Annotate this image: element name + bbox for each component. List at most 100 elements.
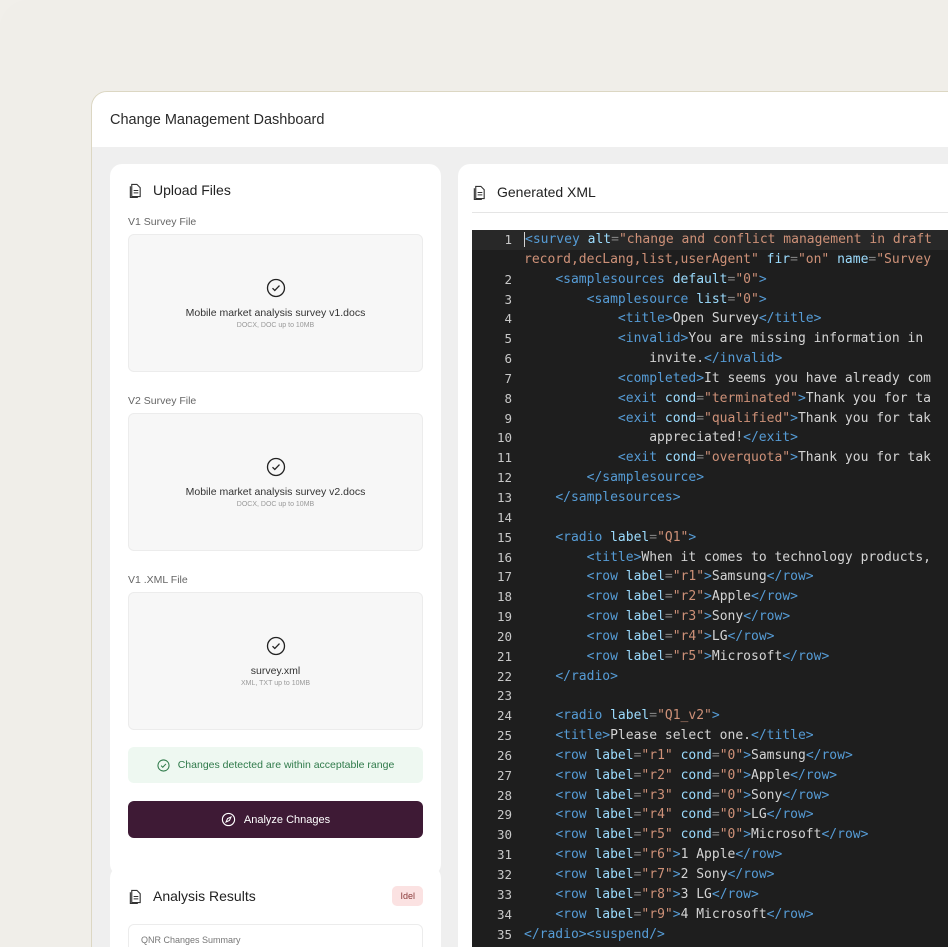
code-text: <row label="r4" cond="0">LG</row> bbox=[555, 807, 814, 823]
line-number: 11 bbox=[496, 450, 512, 466]
code-text: <row label="r4">LG</row> bbox=[586, 628, 775, 644]
line-number: 20 bbox=[496, 628, 512, 644]
line-number: 16 bbox=[496, 549, 512, 565]
line-number: 0 bbox=[472, 250, 524, 270]
outer-card: Change Management Dashboard Upload Files… bbox=[0, 0, 948, 947]
line-number: 34 bbox=[496, 906, 512, 922]
code-line: 18 <row label="r2">Apple</row> bbox=[472, 587, 948, 607]
analyze-changes-label: Analyze Chnages bbox=[243, 813, 331, 826]
code-text: appreciated!</exit> bbox=[649, 430, 798, 446]
code-line: 27 <row label="r2" cond="0">Apple</row> bbox=[472, 766, 948, 786]
code-line: 34 <row label="r9">4 Microsoft</row> bbox=[472, 905, 948, 925]
line-number: 33 bbox=[496, 886, 512, 902]
line-number: 4 bbox=[504, 311, 512, 327]
results-summary-text: QNR Changes Summary bbox=[141, 935, 241, 945]
code-text: <row label="r2" cond="0">Apple</row> bbox=[555, 767, 838, 783]
line-number: 13 bbox=[496, 489, 512, 505]
dropzone-v1-survey[interactable]: Mobile market analysis survey v1.docs DO… bbox=[128, 234, 423, 372]
code-line: 0record,decLang,list,userAgent" fir="on"… bbox=[472, 250, 948, 270]
line-number: 24 bbox=[496, 708, 512, 724]
code-text: <row label="r5" cond="0">Microsoft</row> bbox=[555, 827, 869, 843]
analysis-results-title: Analysis Results bbox=[153, 888, 256, 904]
file-name: Mobile market analysis survey v2.docs bbox=[185, 485, 366, 498]
app-title: Change Management Dashboard bbox=[110, 111, 325, 128]
code-line: 24 <radio label="Q1_v2"> bbox=[472, 706, 948, 726]
code-line: 32 <row label="r7">2 Sony</row> bbox=[472, 865, 948, 885]
code-text: </radio><suspend/> bbox=[524, 926, 665, 942]
code-line: 25 <title>Please select one.</title> bbox=[472, 726, 948, 746]
line-number: 3 bbox=[504, 291, 512, 307]
code-text: <row label="r5">Microsoft</row> bbox=[586, 648, 830, 664]
code-text: <row label="r2">Apple</row> bbox=[586, 589, 798, 605]
code-text: <radio label="Q1"> bbox=[555, 529, 697, 545]
file-field-v1: V1 Survey File Mobile market analysis su… bbox=[128, 216, 423, 372]
xml-code-editor[interactable]: 1 <survey alt="change and conflict manage… bbox=[472, 230, 948, 947]
code-text: <title>Open Survey</title> bbox=[617, 311, 822, 327]
code-text: <row label="r3">Sony</row> bbox=[586, 609, 791, 625]
line-number: 6 bbox=[504, 351, 512, 367]
check-circle-icon bbox=[266, 636, 285, 655]
code-line: 29 <row label="r4" cond="0">LG</row> bbox=[472, 805, 948, 825]
code-text: <title>Please select one.</title> bbox=[555, 728, 814, 744]
line-number: 7 bbox=[504, 370, 512, 386]
code-line: 3 <samplesource list="0"> bbox=[472, 290, 948, 310]
status-badge: Idel bbox=[392, 886, 423, 906]
line-number: 22 bbox=[496, 668, 512, 684]
code-line: 33 <row label="r8">3 LG</row> bbox=[472, 885, 948, 905]
code-line: 11 <exit cond="overquota">Thank you for … bbox=[472, 448, 948, 468]
dropzone-v1-xml[interactable]: survey.xml XML, TXT up to 10MB bbox=[128, 592, 423, 730]
line-number: 19 bbox=[496, 609, 512, 625]
line-number: 23 bbox=[496, 688, 512, 704]
code-text: </samplesource> bbox=[586, 470, 705, 486]
dropzone-v2-survey[interactable]: Mobile market analysis survey v2.docs DO… bbox=[128, 413, 423, 551]
range-notice: Changes detected are within acceptable r… bbox=[128, 747, 423, 783]
code-line: 6 invite.</invalid> bbox=[472, 349, 948, 369]
code-text: invite.</invalid> bbox=[649, 351, 783, 367]
analyze-changes-button[interactable]: Analyze Chnages bbox=[128, 801, 423, 838]
code-line: 12 </samplesource> bbox=[472, 468, 948, 488]
code-text: <exit cond="overquota">Thank you for tak bbox=[617, 450, 932, 466]
code-line: 9 <exit cond="qualified">Thank you for t… bbox=[472, 409, 948, 429]
code-text: <row label="r9">4 Microsoft</row> bbox=[555, 906, 814, 922]
code-text: <row label="r1">Samsung</row> bbox=[586, 569, 814, 585]
code-text: <samplesource list="0"> bbox=[586, 291, 767, 307]
compass-icon bbox=[221, 812, 236, 827]
line-number: 18 bbox=[496, 589, 512, 605]
code-line: 7 <completed>It seems you have already c… bbox=[472, 369, 948, 389]
code-text: <row label="r6">1 Apple</row> bbox=[555, 847, 783, 863]
check-circle-icon bbox=[157, 758, 170, 772]
check-circle-icon bbox=[266, 457, 285, 476]
file-name: Mobile market analysis survey v1.docs bbox=[185, 306, 366, 319]
line-number: 26 bbox=[496, 747, 512, 763]
document-icon bbox=[473, 185, 485, 200]
code-line: 31 <row label="r6">1 Apple</row> bbox=[472, 845, 948, 865]
upload-panel-header: Upload Files bbox=[128, 182, 423, 198]
upload-panel: Upload Files V1 Survey File Mobile marke… bbox=[110, 164, 441, 876]
line-number: 1 bbox=[504, 232, 512, 247]
results-summary: QNR Changes Summary bbox=[128, 924, 423, 947]
code-line: 2 <samplesources default="0"> bbox=[472, 270, 948, 290]
file-field-v2: V2 Survey File Mobile market analysis su… bbox=[128, 395, 423, 551]
check-circle-icon bbox=[266, 278, 285, 297]
file-field-label: V1 Survey File bbox=[128, 216, 197, 228]
code-line: 17 <row label="r1">Samsung</row> bbox=[472, 567, 948, 587]
code-text: <radio label="Q1_v2"> bbox=[555, 708, 720, 724]
generated-xml-title: Generated XML bbox=[497, 184, 596, 200]
code-line: 22 </radio> bbox=[472, 667, 948, 687]
code-line: 5 <invalid>You are missing information i… bbox=[472, 329, 948, 349]
code-text: <completed>It seems you have already com bbox=[617, 370, 931, 386]
generated-xml-header: Generated XML bbox=[472, 184, 948, 213]
code-text: <samplesources default="0"> bbox=[555, 271, 767, 287]
line-number: 31 bbox=[496, 847, 512, 863]
line-number: 25 bbox=[496, 728, 512, 744]
code-line: 19 <row label="r3">Sony</row> bbox=[472, 607, 948, 627]
app-window: Change Management Dashboard Upload Files… bbox=[91, 91, 948, 947]
code-line: 4 <title>Open Survey</title> bbox=[472, 309, 948, 329]
line-number: 29 bbox=[496, 807, 512, 823]
document-icon bbox=[129, 889, 141, 904]
code-line: 30 <row label="r5" cond="0">Microsoft</r… bbox=[472, 825, 948, 845]
code-line: 10 appreciated!</exit> bbox=[472, 428, 948, 448]
code-line: 13 </samplesources> bbox=[472, 488, 948, 508]
code-text: </samplesources> bbox=[555, 489, 681, 505]
line-number: 21 bbox=[496, 648, 512, 664]
